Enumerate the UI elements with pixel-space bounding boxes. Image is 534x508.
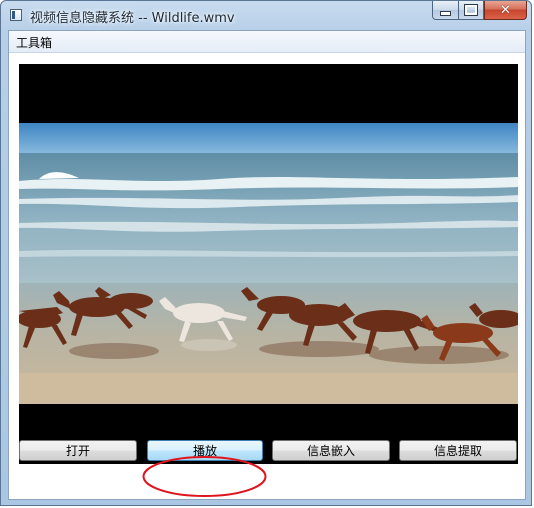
minimize-icon <box>440 10 451 16</box>
minimize-button[interactable] <box>432 1 458 20</box>
close-icon: ✕ <box>500 2 511 18</box>
menu-toolbox[interactable]: 工具箱 <box>16 34 52 51</box>
close-button[interactable]: ✕ <box>484 1 527 20</box>
video-frame <box>19 123 518 404</box>
sea <box>19 153 518 283</box>
play-button[interactable]: 播放 <box>147 440 263 461</box>
sky <box>19 123 518 153</box>
window-title: 视频信息隐藏系统 -- Wildlife.wmv <box>30 11 235 26</box>
client-area: 工具箱 <box>8 30 526 500</box>
app-window: 视频信息隐藏系统 -- Wildlife.wmv ✕ 工具箱 打开 播放 信息嵌… <box>0 0 532 506</box>
app-icon[interactable] <box>10 9 22 21</box>
title-bar[interactable]: 视频信息隐藏系统 -- Wildlife.wmv ✕ <box>1 1 533 31</box>
maximize-icon <box>464 4 478 16</box>
open-button[interactable]: 打开 <box>19 440 137 461</box>
embed-button[interactable]: 信息嵌入 <box>272 440 390 461</box>
menu-bar: 工具箱 <box>9 31 525 53</box>
video-player[interactable] <box>19 64 518 464</box>
maximize-button[interactable] <box>458 1 484 20</box>
extract-button[interactable]: 信息提取 <box>399 440 517 461</box>
caption-buttons: ✕ <box>432 1 527 20</box>
dry-sand <box>19 373 518 404</box>
